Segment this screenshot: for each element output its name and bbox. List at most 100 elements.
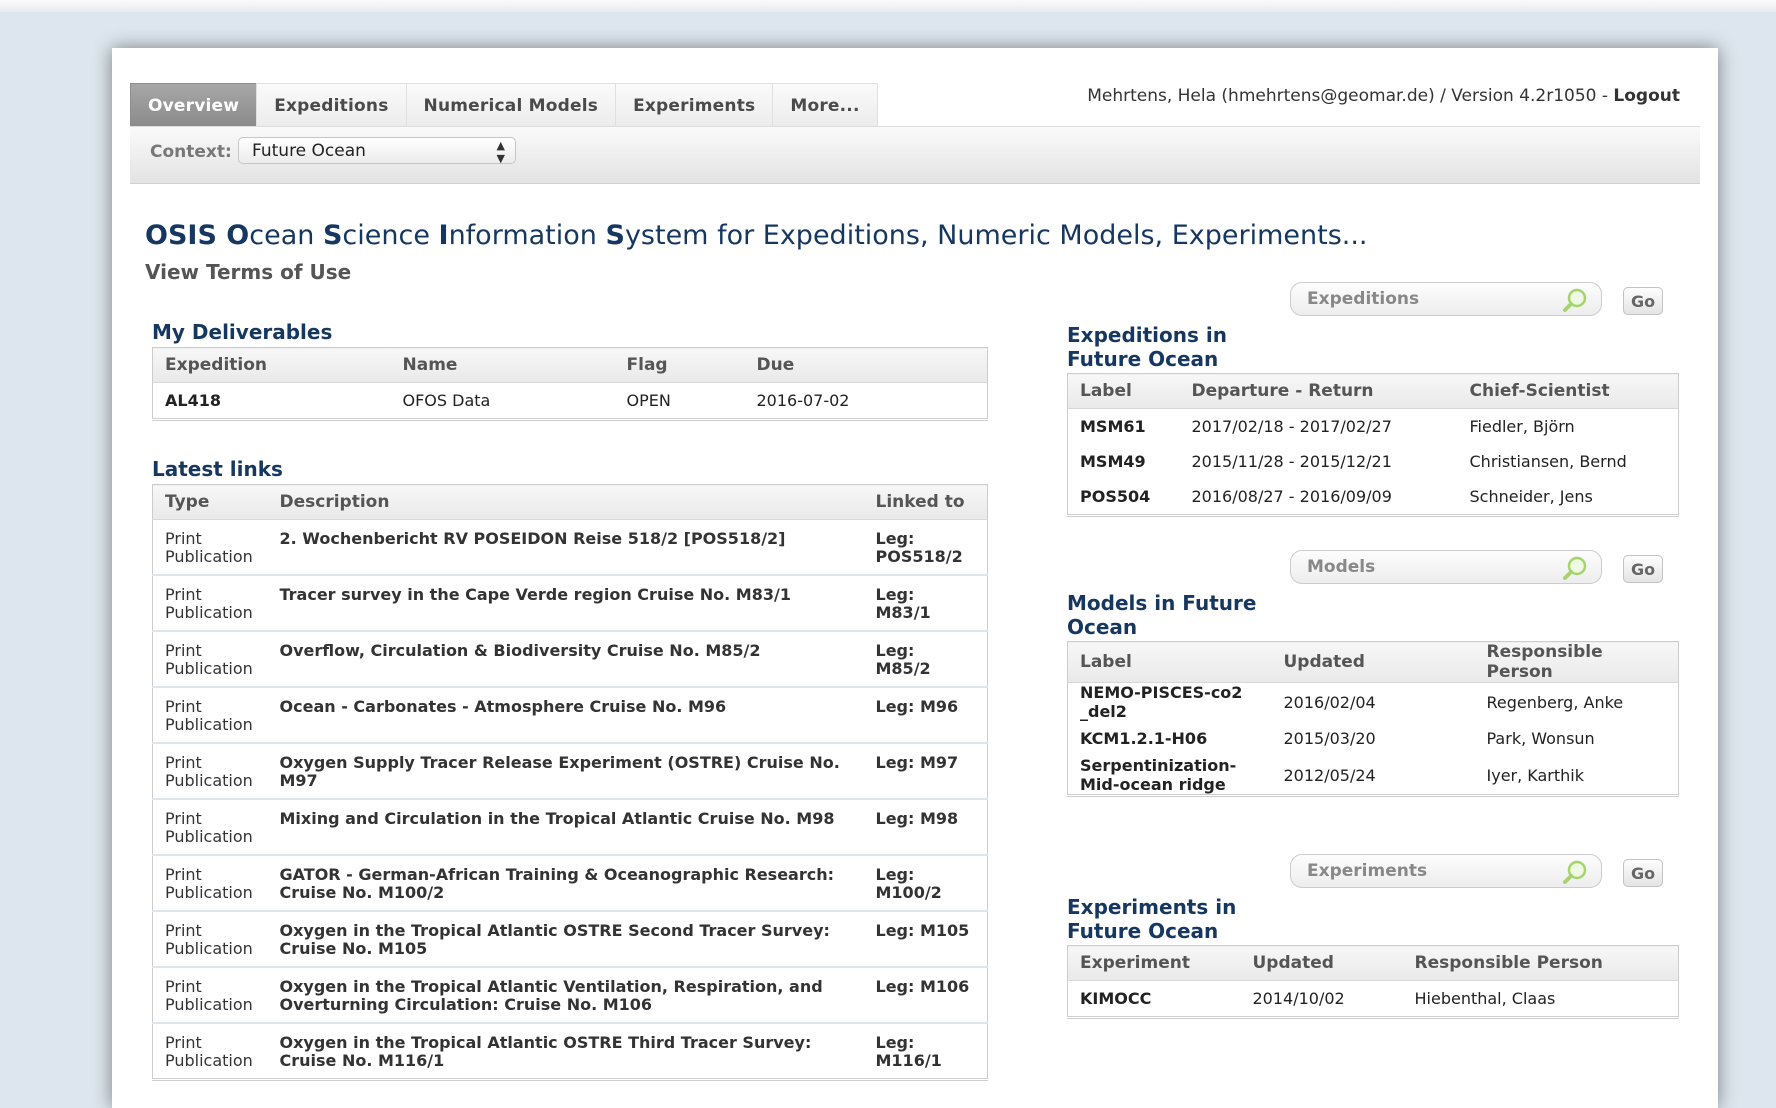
models-person: Iyer, Karthik xyxy=(1486,765,1585,785)
expeditions-go-button[interactable]: Go xyxy=(1623,287,1663,315)
expeditions-title: Expeditions in Future Ocean xyxy=(1067,323,1227,371)
table-row[interactable]: Serpentinization- Mid-ocean ridge 2012/05… xyxy=(1068,756,1679,796)
table-row[interactable]: Print Publication Tracer survey in the Ca… xyxy=(152,575,988,632)
title-part: S xyxy=(322,220,343,251)
link-type: Print Publication xyxy=(152,519,268,576)
col-experiment[interactable]: Experiment xyxy=(1067,945,1241,981)
col-name[interactable]: Name xyxy=(390,347,615,383)
table-row[interactable]: Print Publication Oxygen in the Tropical … xyxy=(152,967,988,1024)
search-icon[interactable] xyxy=(1561,287,1589,313)
tab-overview[interactable]: Overview xyxy=(130,83,257,127)
link-description[interactable]: Oxygen Supply Tracer Release Experiment … xyxy=(267,743,864,800)
models-updated: 2016/02/04 xyxy=(1283,692,1376,712)
tab-numerical-models[interactable]: Numerical Models xyxy=(405,83,616,127)
table-row[interactable]: Print Publication Oxygen in the Tropical … xyxy=(152,911,988,968)
table-row[interactable]: Print Publication Mixing and Circulation … xyxy=(152,799,988,856)
col-responsible-person[interactable]: Responsible Person xyxy=(1402,945,1679,981)
link-linked-to[interactable]: Leg: M83/1 xyxy=(863,575,988,632)
table-row[interactable]: Print Publication GATOR - German-African … xyxy=(152,855,988,912)
link-type: Print Publication xyxy=(165,1033,253,1070)
col-updated[interactable]: Updated xyxy=(1240,945,1403,981)
link-description[interactable]: 2. Wochenbericht RV POSEIDON Reise 518/2… xyxy=(267,519,864,576)
experiments-person: Hiebenthal, Claas xyxy=(1414,989,1556,1008)
col-type[interactable]: Type xyxy=(152,484,268,520)
col-chief-scientist[interactable]: Chief-Scientist xyxy=(1457,373,1679,409)
link-description[interactable]: Ocean - Carbonates - Atmosphere Cruise N… xyxy=(267,687,864,744)
col-linked-to[interactable]: Linked to xyxy=(863,484,988,520)
link-linked-to[interactable]: Leg: M100/2 xyxy=(863,855,988,912)
table-row[interactable]: Print Publication Overflow, Circulation &… xyxy=(152,631,988,688)
link-description[interactable]: Overflow, Circulation & Biodiversity Cru… xyxy=(267,631,864,688)
table-row[interactable]: NEMO-PISCES-co2 _del2 2016/02/04 Regenberg… xyxy=(1068,683,1679,721)
link-description[interactable]: Oxygen in the Tropical Atlantic OSTRE Se… xyxy=(267,911,864,968)
table-row[interactable]: MSM61 2017/02/18 - 2017/02/27 Fiedler, Bjö… xyxy=(1068,409,1679,445)
col-responsible-person[interactable]: Responsible Person xyxy=(1474,641,1679,683)
expeditions-search-input[interactable] xyxy=(1305,288,1549,310)
table-row[interactable]: POS504 2016/08/27 - 2016/09/09 Schneider, … xyxy=(1068,479,1679,516)
table-row[interactable]: Print Publication Ocean - Carbonates - At… xyxy=(152,687,988,744)
models-label[interactable]: KCM1.2.1-H06 xyxy=(1068,721,1272,756)
expeditions-label[interactable]: MSM49 xyxy=(1068,444,1180,479)
col-description[interactable]: Description xyxy=(267,484,864,520)
table-row[interactable]: MSM49 2015/11/28 - 2015/12/21 Christiansen… xyxy=(1068,444,1679,479)
table-row[interactable]: KCM1.2.1-H06 2015/03/20 Park, Wonsun xyxy=(1068,721,1679,756)
models-search-input[interactable] xyxy=(1305,556,1549,578)
link-description[interactable]: Mixing and Circulation in the Tropical A… xyxy=(267,799,864,856)
link-type: Print Publication xyxy=(152,855,268,912)
col-due[interactable]: Due xyxy=(744,347,988,383)
expeditions-dates: 2017/02/18 - 2017/02/27 xyxy=(1191,417,1392,436)
link-type: Print Publication xyxy=(152,799,268,856)
expeditions-label[interactable]: POS504 xyxy=(1068,479,1180,516)
col-departure-return[interactable]: Departure - Return xyxy=(1179,373,1458,409)
link-description[interactable]: GATOR - German-African Training & Oceano… xyxy=(267,855,864,912)
tab-expeditions[interactable]: Expeditions xyxy=(256,83,406,127)
search-icon[interactable] xyxy=(1561,555,1589,581)
col-label[interactable]: Label xyxy=(1067,641,1272,683)
col-expedition[interactable]: Expedition xyxy=(152,347,391,383)
link-linked-to[interactable]: Leg: POS518/2 xyxy=(863,519,988,576)
logout-link[interactable]: Logout xyxy=(1613,86,1680,106)
link-linked-to[interactable]: Leg: M105 xyxy=(863,911,988,968)
search-icon[interactable] xyxy=(1561,859,1589,885)
expeditions-dates: 2016/08/27 - 2016/09/09 xyxy=(1191,487,1392,506)
table-row[interactable]: Print Publication Oxygen Supply Tracer Re… xyxy=(152,743,988,800)
link-description[interactable]: Tracer survey in the Cape Verde region C… xyxy=(267,575,864,632)
title-part: cience xyxy=(342,220,439,251)
terms-of-use-link[interactable]: View Terms of Use xyxy=(145,260,351,284)
experiments-title-line2: Future Ocean xyxy=(1067,919,1219,943)
models-label[interactable]: NEMO-PISCES-co2 _del2 xyxy=(1068,683,1272,721)
table-row[interactable]: AL418 OFOS Data OPEN 2016-07-02 xyxy=(153,383,988,420)
context-label: Context: xyxy=(150,142,232,162)
link-linked-to[interactable]: Leg: M96 xyxy=(863,687,988,744)
link-description[interactable]: Oxygen in the Tropical Atlantic OSTRE Th… xyxy=(268,1023,864,1080)
col-label[interactable]: Label xyxy=(1067,373,1180,409)
link-linked-to[interactable]: Leg: M85/2 xyxy=(863,631,988,688)
deliverable-expedition[interactable]: AL418 xyxy=(153,383,391,420)
experiments-search-input[interactable] xyxy=(1305,860,1549,882)
link-linked-to[interactable]: Leg: M116/1 xyxy=(864,1023,988,1080)
models-label[interactable]: Serpentinization- Mid-ocean ridge xyxy=(1068,756,1272,796)
page-title: OSIS Ocean Science Information System fo… xyxy=(145,220,1368,251)
table-row[interactable]: Print Publication 2. Wochenbericht RV POS… xyxy=(152,519,988,576)
title-part: SIS xyxy=(167,220,227,251)
table-row[interactable]: KIMOCC 2014/10/02 Hiebenthal, Claas xyxy=(1068,981,1679,1018)
col-flag[interactable]: Flag xyxy=(614,347,745,383)
experiments-search xyxy=(1290,854,1602,888)
link-linked-to[interactable]: Leg: M97 xyxy=(863,743,988,800)
link-description[interactable]: Oxygen in the Tropical Atlantic Ventilat… xyxy=(267,967,864,1024)
context-select[interactable]: Future Ocean ▲ ▼ xyxy=(238,137,516,165)
expeditions-label[interactable]: MSM61 xyxy=(1068,409,1180,445)
col-updated[interactable]: Updated xyxy=(1271,641,1475,683)
models-go-button[interactable]: Go xyxy=(1623,555,1663,583)
tab-experiments[interactable]: Experiments xyxy=(615,83,773,127)
link-linked-to[interactable]: Leg: M98 xyxy=(863,799,988,856)
tab-more[interactable]: More... xyxy=(772,83,878,127)
main-tabs: Overview Expeditions Numerical Models Ex… xyxy=(130,83,878,127)
experiments-go-button[interactable]: Go xyxy=(1623,859,1663,887)
link-type: Print Publication xyxy=(152,743,268,800)
table-row[interactable]: Print Publication Oxygen in the Tropical … xyxy=(153,1023,988,1080)
link-linked-to[interactable]: Leg: M106 xyxy=(863,967,988,1024)
models-updated: 2012/05/24 xyxy=(1283,765,1376,785)
experiments-title-line1: Experiments in xyxy=(1067,895,1237,919)
experiments-label[interactable]: KIMOCC xyxy=(1068,981,1241,1018)
